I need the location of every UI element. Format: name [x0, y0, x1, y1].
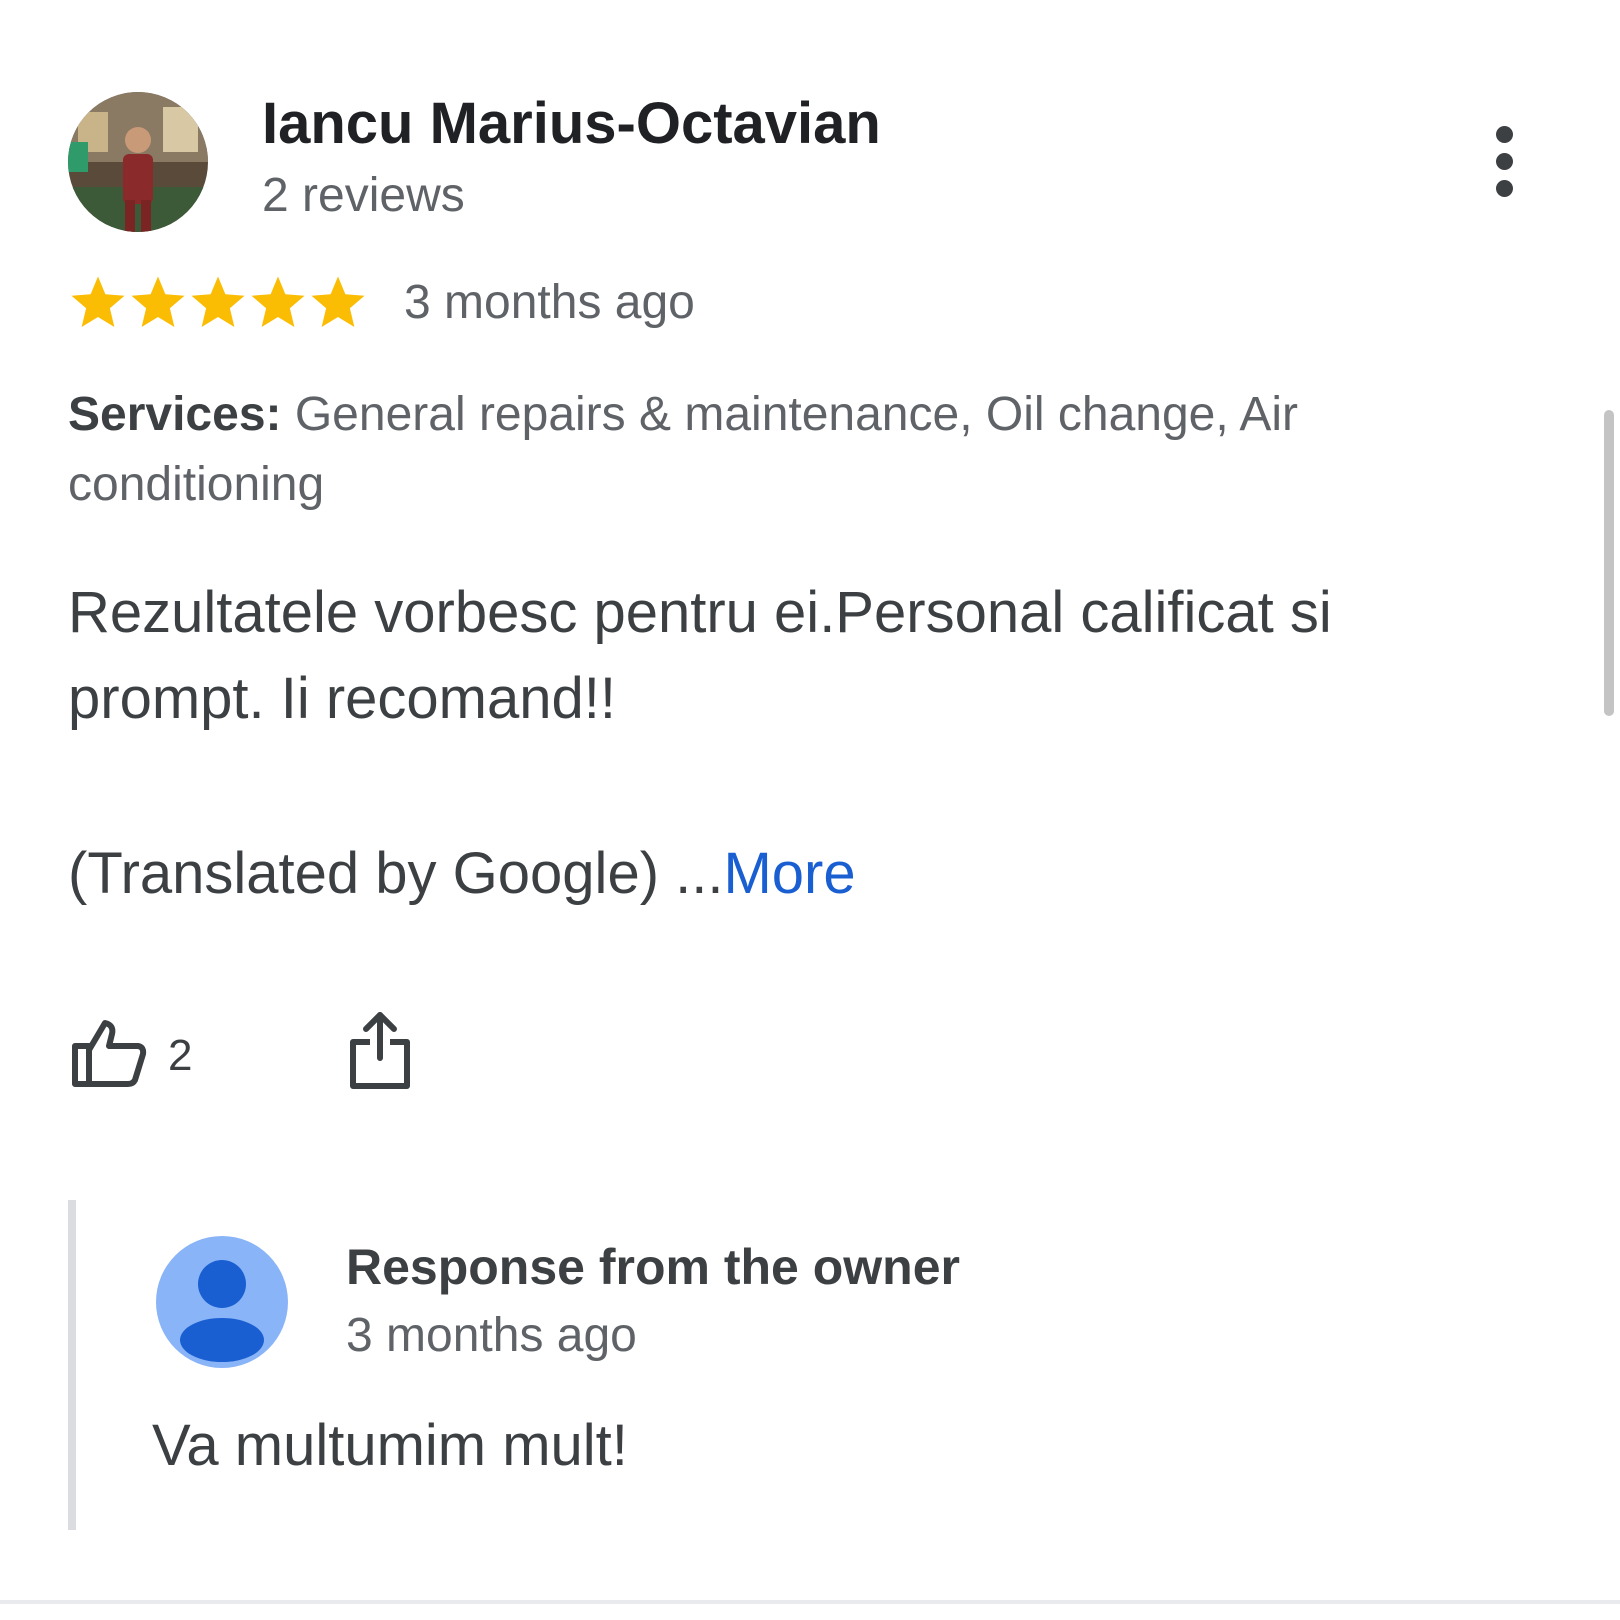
more-vert-icon[interactable] — [1480, 122, 1528, 202]
star-icon — [131, 276, 185, 327]
reviewer-avatar[interactable] — [68, 92, 208, 232]
owner-response: Response from the owner 3 months ago Va … — [68, 1200, 1516, 1530]
translated-line: (Translated by Google) ...More — [68, 840, 856, 907]
review-actions: 2 — [68, 1008, 568, 1104]
star-icon — [191, 276, 245, 327]
owner-response-title: Response from the owner — [346, 1239, 960, 1295]
share-button[interactable] — [348, 1008, 412, 1097]
like-button[interactable]: 2 — [68, 1008, 192, 1104]
services-label: Services: — [68, 388, 282, 441]
rating-row: 3 months ago — [68, 270, 695, 334]
reviewer-avatar-image — [68, 92, 208, 232]
star-rating — [68, 272, 368, 332]
review-time: 3 months ago — [404, 275, 695, 329]
star-icon — [251, 276, 305, 327]
translated-prefix: (Translated by Google) ... — [68, 841, 724, 906]
divider — [0, 1600, 1620, 1604]
owner-response-text: Va multumim mult! — [152, 1413, 628, 1478]
owner-response-time: 3 months ago — [346, 1309, 637, 1362]
thumbs-up-icon — [72, 1020, 147, 1087]
owner-avatar — [156, 1236, 288, 1368]
more-link[interactable]: More — [723, 841, 855, 906]
scrollbar[interactable] — [1604, 410, 1614, 716]
review-text: Rezultatele vorbesc pentru ei.Personal c… — [68, 580, 1332, 731]
reviewer-name[interactable]: Iancu Marius-Octavian — [262, 90, 881, 157]
share-icon — [350, 1012, 410, 1089]
person-icon — [156, 1236, 288, 1368]
like-count: 2 — [168, 1031, 193, 1080]
services-text: Services: General repairs & maintenance,… — [68, 380, 1448, 520]
star-icon — [311, 276, 365, 327]
star-icon — [71, 276, 125, 327]
reviewer-review-count: 2 reviews — [262, 169, 465, 222]
review-card: Iancu Marius-Octavian 2 reviews 3 months… — [0, 0, 1620, 1620]
